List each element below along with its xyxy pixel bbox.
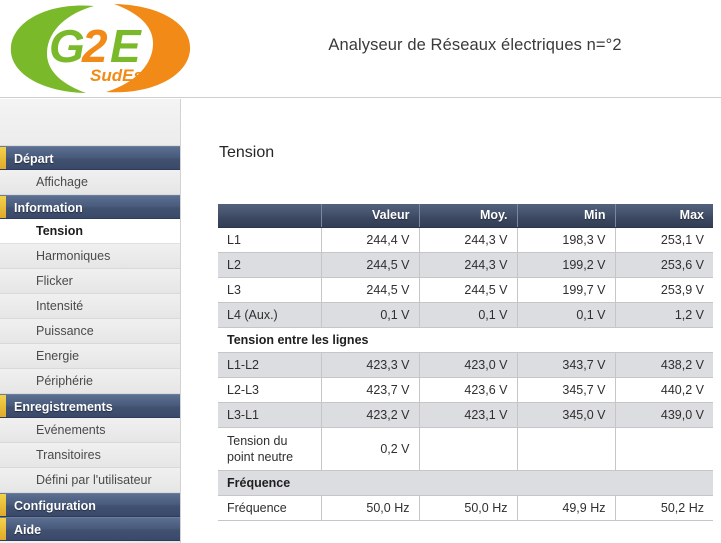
table-row: Fréquence 50,0 Hz 50,0 Hz 49,9 Hz 50,2 Hz (218, 495, 713, 521)
sidebar-group-information[interactable]: Information (0, 195, 180, 219)
cell-value (419, 427, 518, 471)
cell-value: 253,9 V (615, 277, 713, 303)
sidebar-item-flicker[interactable]: Flicker (0, 269, 180, 294)
table-section-row: Fréquence (218, 470, 713, 496)
cell-value: 423,2 V (321, 402, 420, 428)
cell-value: 50,0 Hz (321, 495, 420, 521)
sidebar-group-enregistrements[interactable]: Enregistrements (0, 394, 180, 418)
cell-value: 244,4 V (321, 227, 420, 253)
cell-value: 345,7 V (517, 377, 616, 403)
table-row: L2 244,5 V 244,3 V 199,2 V 253,6 V (218, 252, 713, 278)
sidebar-item-transitoires[interactable]: Transitoires (0, 443, 180, 468)
table-body: L1 244,4 V 244,3 V 198,3 V 253,1 V L2 244,5 V2… (218, 227, 713, 521)
table-row: L1 244,4 V 244,3 V 198,3 V 253,1 V (218, 227, 713, 253)
sidebar-group-depart[interactable]: Départ (0, 146, 180, 170)
table-row: Tension du point neutre 0,2 V (218, 427, 713, 471)
logo-digit-2: 2 (81, 20, 108, 72)
row-label: L4 (Aux.) (218, 302, 322, 328)
cell-value: 423,3 V (321, 352, 420, 378)
logo-letter-e: E (110, 20, 142, 72)
tension-measurements-table: Valeur Moy. Min Max L1 244,4 V 244,3 V 198,3 V… (218, 204, 713, 521)
cell-value: 244,3 V (419, 252, 518, 278)
table-row: L3 244,5 V 244,5 V 199,7 V 253,9 V (218, 277, 713, 303)
table-section-row: Tension entre les lignes (218, 327, 713, 353)
sidebar-item-list: Départ Affichage Information Tension Harmoni… (0, 146, 180, 541)
cell-value: 253,1 V (615, 227, 713, 253)
cell-value: 0,1 V (321, 302, 420, 328)
sidebar-item-intensite[interactable]: Intensité (0, 294, 180, 319)
cell-value: 244,3 V (419, 227, 518, 253)
cell-value: 345,0 V (517, 402, 616, 428)
column-header-label (218, 204, 322, 228)
sidebar-top-spacer (0, 99, 180, 146)
cell-value: 1,2 V (615, 302, 713, 328)
cell-value: 244,5 V (321, 252, 420, 278)
cell-value: 439,0 V (615, 402, 713, 428)
table-header-row: Valeur Moy. Min Max (218, 204, 713, 228)
g2e-sudest-logo: G 2 E SudEst (2, 0, 198, 97)
sidebar-item-energie[interactable]: Energie (0, 344, 180, 369)
row-label: L3-L1 (218, 402, 322, 428)
logo-subtext: SudEst (90, 66, 150, 85)
cell-value: 198,3 V (517, 227, 616, 253)
row-label: L3 (218, 277, 322, 303)
cell-value: 438,2 V (615, 352, 713, 378)
cell-value (615, 427, 713, 471)
cell-value: 199,7 V (517, 277, 616, 303)
cell-value (517, 427, 616, 471)
cell-value: 0,1 V (419, 302, 518, 328)
row-label: Tension du point neutre (218, 427, 322, 471)
logo-graphic: G 2 E SudEst (10, 4, 191, 93)
table-header: Valeur Moy. Min Max (218, 204, 713, 228)
logo-letter-g: G (49, 20, 85, 72)
page-title: Analyseur de Réseaux électriques n=°2 (328, 36, 622, 54)
row-label: Fréquence (218, 495, 322, 521)
section-label: Fréquence (218, 470, 713, 496)
cell-value: 50,2 Hz (615, 495, 713, 521)
main-content: Tension Valeur Moy. Min Max L1 244,4 V 244,3 … (182, 99, 721, 543)
cell-value: 50,0 Hz (419, 495, 518, 521)
sidebar-item-harmoniques[interactable]: Harmoniques (0, 244, 180, 269)
app-header: G 2 E SudEst Analyseur de Réseaux électr… (0, 0, 721, 98)
cell-value: 0,2 V (321, 427, 420, 471)
row-label: L1-L2 (218, 352, 322, 378)
cell-value: 440,2 V (615, 377, 713, 403)
sidebar-item-puissance[interactable]: Puissance (0, 319, 180, 344)
table-row: L3-L1 423,2 V 423,1 V 345,0 V 439,0 V (218, 402, 713, 428)
sidebar-item-affichage[interactable]: Affichage (0, 170, 180, 195)
cell-value: 244,5 V (419, 277, 518, 303)
cell-value: 49,9 Hz (517, 495, 616, 521)
sidebar-item-defini-par-l-utilisateur[interactable]: Défini par l'utilisateur (0, 468, 180, 493)
column-header-max: Max (615, 204, 713, 228)
cell-value: 253,6 V (615, 252, 713, 278)
cell-value: 0,1 V (517, 302, 616, 328)
row-label: L2-L3 (218, 377, 322, 403)
table-row: L4 (Aux.) 0,1 V 0,1 V 0,1 V 1,2 V (218, 302, 713, 328)
table-row: L2-L3 423,7 V 423,6 V 345,7 V 440,2 V (218, 377, 713, 403)
cell-value: 423,7 V (321, 377, 420, 403)
column-header-min: Min (517, 204, 616, 228)
sidebar-item-peripherie[interactable]: Périphérie (0, 369, 180, 394)
sidebar-item-evenements[interactable]: Evénements (0, 418, 180, 443)
cell-value: 423,0 V (419, 352, 518, 378)
sidebar-navigation: Départ Affichage Information Tension Harmoni… (0, 99, 181, 543)
table-row: L1-L2 423,3 V 423,0 V 343,7 V 438,2 V (218, 352, 713, 378)
section-heading: Tension (219, 144, 275, 161)
cell-value: 199,2 V (517, 252, 616, 278)
row-label: L2 (218, 252, 322, 278)
cell-value: 343,7 V (517, 352, 616, 378)
column-header-valeur: Valeur (321, 204, 420, 228)
row-label: L1 (218, 227, 322, 253)
sidebar-item-tension[interactable]: Tension (0, 219, 180, 244)
sidebar-group-configuration[interactable]: Configuration (0, 493, 180, 517)
column-header-moy: Moy. (419, 204, 518, 228)
cell-value: 244,5 V (321, 277, 420, 303)
sidebar-group-aide[interactable]: Aide (0, 517, 180, 541)
cell-value: 423,1 V (419, 402, 518, 428)
section-label: Tension entre les lignes (218, 327, 713, 353)
cell-value: 423,6 V (419, 377, 518, 403)
